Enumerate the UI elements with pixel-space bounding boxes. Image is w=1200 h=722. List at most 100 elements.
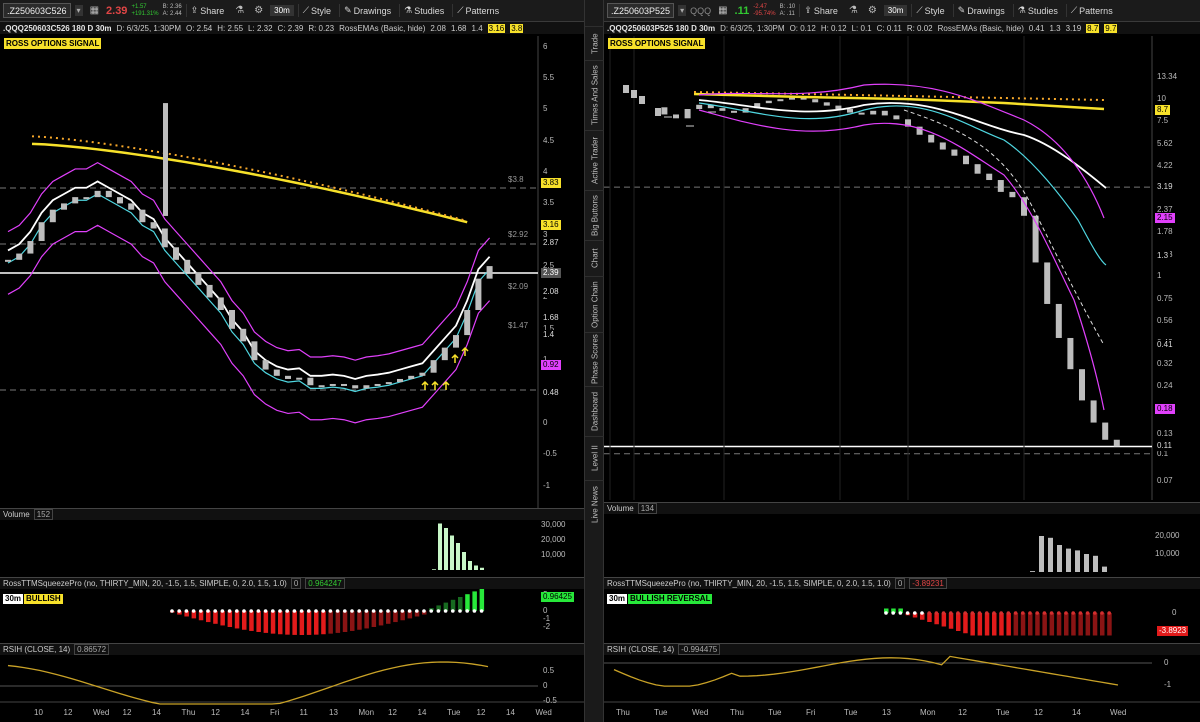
squeeze-bar (1092, 613, 1098, 636)
bid-ask-block: B: .10 A: .11 (780, 4, 796, 18)
style-button[interactable]: ⟋ Style (297, 4, 335, 17)
squeeze-dot (227, 609, 232, 613)
candle (16, 253, 23, 260)
candle (307, 377, 314, 386)
flask-icon[interactable]: ⚗ (232, 5, 247, 16)
study-value-4: 3.16 (487, 23, 506, 33)
squeeze-dot (357, 609, 362, 613)
candle (870, 110, 877, 115)
candle (858, 112, 865, 115)
squeeze-bar (1056, 613, 1062, 636)
squeeze-dot (184, 609, 189, 613)
squeeze-bar (364, 611, 369, 629)
squeeze-dot (206, 609, 210, 613)
volume-tick: 10,000 (541, 550, 566, 559)
level-label: $3.8 (508, 174, 524, 184)
price-tag: 1.3 (1155, 251, 1171, 262)
squeeze-bar (270, 611, 276, 634)
squeeze-bar (1006, 613, 1011, 636)
pattern-icon: ⟋ (1070, 5, 1078, 15)
squeeze-dot (386, 609, 390, 613)
squeeze-bar (984, 613, 990, 636)
link-icon[interactable]: ▦ (87, 5, 102, 16)
gear-icon[interactable]: ⚙ (865, 5, 880, 16)
squeeze-dot (1035, 611, 1039, 615)
squeeze-bar (465, 594, 470, 611)
squeeze-dot (299, 609, 304, 613)
study-value-1: 2.08 (430, 23, 446, 33)
sidebar-tab-chart[interactable]: Chart (585, 240, 605, 276)
price-tick: 6 (543, 41, 548, 51)
link-icon[interactable]: ▦ (715, 5, 730, 16)
sidebar-tab-level-ii[interactable]: Level II (585, 436, 605, 480)
squeeze-dot (451, 609, 455, 613)
share-icon: ⇪ (804, 5, 812, 15)
gear-icon[interactable]: ⚙ (251, 5, 266, 16)
squeeze-dot (1078, 611, 1083, 615)
squeeze-dot (263, 609, 268, 613)
squeeze-dot (256, 609, 261, 613)
price-tick: 5.5 (543, 73, 555, 82)
sidebar-tab-dashboard[interactable]: Dashboard (585, 386, 605, 436)
candle (623, 85, 629, 93)
squeeze-dot (314, 609, 318, 613)
left-chart-canvas[interactable] (0, 0, 584, 722)
price-tick: 0.32 (1157, 359, 1173, 369)
candle (161, 228, 168, 248)
share-icon: ⇪ (190, 5, 199, 15)
bar-date: D: 6/3/25, 1:30PM (720, 23, 785, 33)
sidebar-tab-phase-scores[interactable]: Phase Scores (585, 332, 605, 386)
drawings-button[interactable]: ✎ Drawings (339, 4, 395, 17)
candle (951, 149, 958, 156)
chevron-down-icon[interactable]: ▾ (678, 5, 687, 16)
bar-date: D: 6/3/25, 1:30PM (116, 23, 181, 33)
drawings-button[interactable]: ✎ Drawings (952, 4, 1009, 17)
squeeze-header: RossTTMSqueezePro (no, THIRTY_MIN, 20, -… (0, 577, 584, 589)
left-chart-pane[interactable]: .Z250603C526 ▾ ▦ 2.39 +1.57 +191.31% B: … (0, 0, 584, 722)
squeeze-bar (941, 613, 947, 627)
volume-bar (1048, 537, 1053, 572)
symbol-input[interactable]: .Z250603C526 (3, 3, 71, 18)
sidebar-tab-trade[interactable]: Trade (585, 26, 605, 60)
candle (397, 378, 403, 383)
patterns-button[interactable]: ⟋ Patterns (452, 4, 503, 17)
price-tag: 3.83 (541, 177, 561, 188)
candle-spike (163, 103, 168, 216)
right-chart-canvas[interactable] (604, 0, 1200, 722)
candle (296, 377, 303, 380)
squeeze-dot (350, 609, 354, 613)
range-value: R: 0.02 (906, 23, 933, 33)
share-button[interactable]: ⇪ Share (799, 4, 842, 17)
squeeze-dot (407, 609, 412, 613)
signal-badge: ROSS OPTIONS SIGNAL (4, 38, 102, 49)
symbol-input[interactable]: .Z250603P525 (607, 3, 675, 18)
date-label: Wed (93, 708, 110, 717)
flask-icon[interactable]: ⚗ (846, 5, 861, 16)
sidebar-tab-big-buttons[interactable]: Big Buttons (585, 190, 605, 240)
patterns-button[interactable]: ⟋ Patterns (1065, 4, 1117, 17)
price-tick: 3.5 (543, 198, 555, 208)
candle (285, 375, 291, 379)
squeeze-dot (465, 609, 470, 613)
chevron-down-icon[interactable]: ▾ (74, 5, 83, 16)
studies-button[interactable]: ⚗ Studies (399, 4, 448, 17)
sidebar-tab-active-trader[interactable]: Active Trader (585, 130, 605, 190)
squeeze-dot (891, 611, 895, 615)
right-chart-pane[interactable]: .Z250603P525 ▾ QQQ ▦ .11 -2.47 -95.74% B… (604, 0, 1200, 722)
sidebar-tab-option-chain[interactable]: Option Chain (585, 276, 605, 332)
date-label: 13 (882, 708, 891, 717)
candle (251, 341, 258, 361)
style-button[interactable]: ⟋ Style (911, 4, 948, 17)
timeframe-button[interactable]: 30m (270, 5, 294, 16)
share-button[interactable]: ⇪ Share (185, 4, 229, 17)
studies-button[interactable]: ⚗ Studies (1012, 4, 1062, 17)
timeframe-button[interactable]: 30m (883, 5, 908, 16)
squeeze-bar (956, 613, 961, 631)
sidebar-tab-live-news[interactable]: Live News (585, 480, 605, 528)
squeeze-dot (1085, 611, 1090, 615)
squeeze-dot (343, 609, 347, 613)
sidebar-tab-times-and-sales[interactable]: Times And Sales (585, 60, 605, 130)
study-value-4: 8.7 (1086, 23, 1100, 33)
candle (195, 272, 202, 285)
squeeze-bar (386, 611, 391, 624)
